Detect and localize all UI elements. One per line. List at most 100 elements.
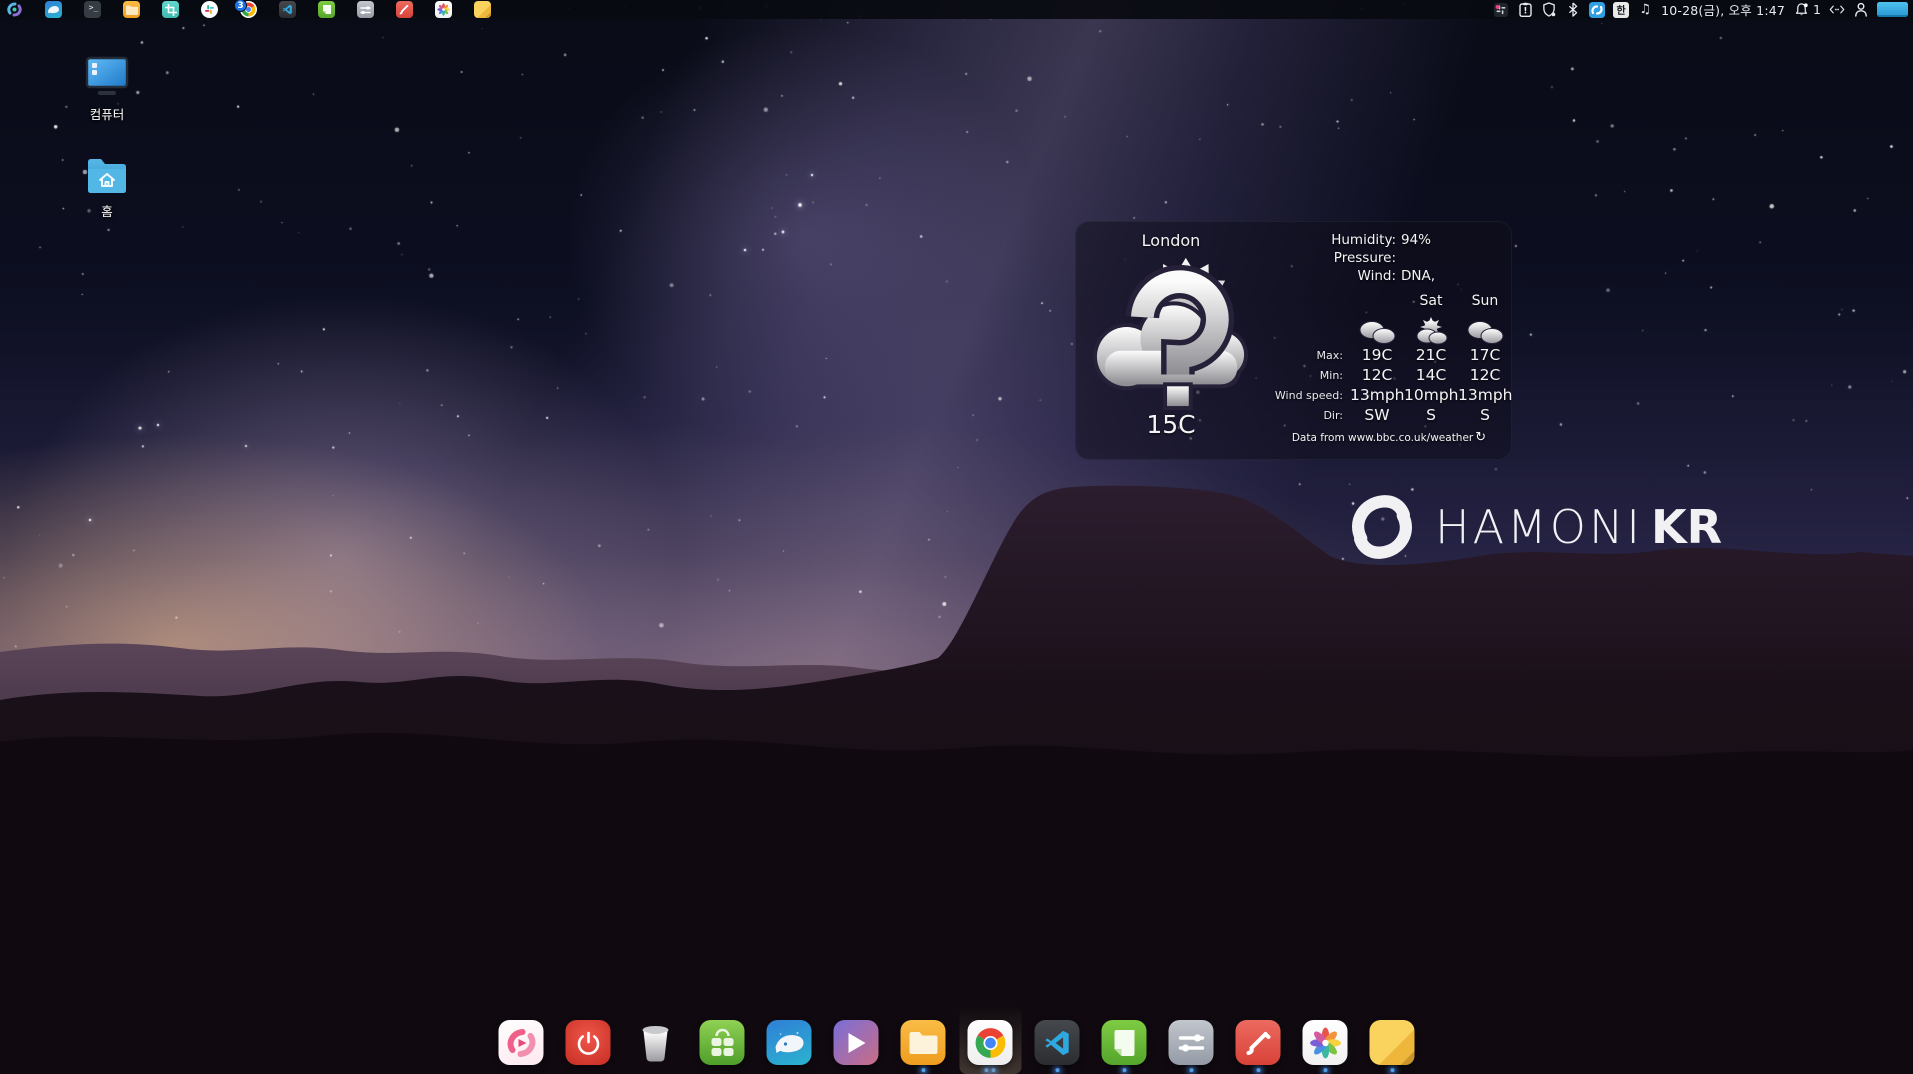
sticky-fold bbox=[485, 12, 491, 18]
dir-row-label: Dir: bbox=[1266, 409, 1350, 422]
dock-item-tweaks[interactable] bbox=[1168, 1020, 1214, 1074]
desktop-icon-label: 홈 bbox=[101, 201, 113, 220]
panel-app-tweaks[interactable] bbox=[357, 1, 374, 18]
forecast-day: Sun bbox=[1458, 293, 1512, 315]
refresh-icon[interactable]: ↻ bbox=[1475, 430, 1486, 445]
panel-app-vscode[interactable] bbox=[279, 1, 296, 18]
panel-app-photos[interactable] bbox=[435, 1, 452, 18]
cloudy-icon bbox=[1350, 315, 1404, 345]
tray-slack-status-icon[interactable] bbox=[1493, 2, 1509, 18]
dock bbox=[498, 1020, 1415, 1074]
trash-icon bbox=[638, 1023, 672, 1063]
desktop-icon-computer[interactable]: 컴퓨터 bbox=[61, 56, 153, 123]
panel-app-sticky-notes[interactable] bbox=[474, 1, 491, 18]
system-tray: ! 한 ♫ 10-28(금), 오후 1:47 bbox=[1493, 0, 1908, 19]
sliders-icon bbox=[360, 5, 371, 15]
weather-temperature: 15C bbox=[1076, 410, 1266, 439]
dock-item-drawing[interactable] bbox=[1235, 1020, 1281, 1074]
tray-security-shield-icon[interactable] bbox=[1541, 2, 1557, 18]
tray-bluetooth-icon[interactable] bbox=[1565, 2, 1581, 18]
tray-update-manager-icon[interactable]: ! bbox=[1517, 2, 1533, 18]
panel-app-text-editor[interactable] bbox=[318, 1, 335, 18]
pressure-label: Pressure: bbox=[1266, 249, 1396, 267]
panel-app-list: >_ 3 bbox=[6, 1, 491, 18]
running-indicator bbox=[1189, 1068, 1193, 1072]
running-indicator bbox=[992, 1068, 996, 1072]
dock-item-media-player[interactable] bbox=[833, 1020, 879, 1074]
max-temp: 17C bbox=[1458, 345, 1512, 365]
running-indicator bbox=[1122, 1068, 1126, 1072]
show-desktop-button[interactable] bbox=[1877, 2, 1908, 17]
folder-icon bbox=[126, 5, 138, 15]
panel-app-terminal[interactable]: >_ bbox=[84, 1, 101, 18]
dock-item-hamonikr-menu[interactable] bbox=[498, 1020, 544, 1074]
whale-icon bbox=[772, 1028, 806, 1058]
panel-app-hamonikr-menu[interactable] bbox=[6, 1, 23, 18]
folder-icon bbox=[908, 1031, 938, 1055]
panel-clock[interactable]: 10-28(금), 오후 1:47 bbox=[1661, 0, 1785, 19]
tray-network-icon[interactable] bbox=[1829, 2, 1845, 18]
min-row-label: Min: bbox=[1266, 369, 1350, 382]
vscode-icon bbox=[1043, 1029, 1071, 1057]
humidity-label: Humidity: bbox=[1266, 231, 1396, 249]
running-indicator bbox=[1390, 1068, 1394, 1072]
min-temp: 12C bbox=[1458, 365, 1512, 385]
weather-source: Data from www.bbc.co.uk/weather ↻ bbox=[1266, 430, 1512, 445]
desktop-icon-home[interactable]: 홈 bbox=[61, 156, 153, 220]
photos-flower-icon bbox=[437, 3, 450, 16]
min-temp: 12C bbox=[1350, 365, 1404, 385]
dock-item-file-manager[interactable] bbox=[900, 1020, 946, 1074]
play-icon bbox=[845, 1031, 867, 1055]
max-temp: 21C bbox=[1404, 345, 1458, 365]
panel-app-drawing[interactable] bbox=[396, 1, 413, 18]
panel-app-screenshot-tool[interactable] bbox=[162, 1, 179, 18]
tray-ime-korean-indicator[interactable]: 한 bbox=[1613, 2, 1629, 18]
weather-forecast-panel: Humidity: 94% Pressure: Wind: DNA, Sat S… bbox=[1266, 222, 1512, 445]
wind-dir: S bbox=[1458, 405, 1512, 425]
weather-current: London 15C bbox=[1076, 222, 1266, 439]
notification-bell-icon[interactable] bbox=[1793, 2, 1809, 18]
dock-item-chrome-active[interactable] bbox=[967, 1020, 1013, 1074]
sliders-icon bbox=[1177, 1031, 1205, 1055]
slack-icon bbox=[204, 4, 215, 15]
panel-app-file-manager[interactable] bbox=[123, 1, 140, 18]
weather-widget[interactable]: London 15C Humidity: bbox=[1075, 221, 1512, 460]
weather-source-text: Data from www.bbc.co.uk/weather bbox=[1292, 432, 1473, 444]
panel-app-slack[interactable] bbox=[201, 1, 218, 18]
wind-speed-row-label: Wind speed: bbox=[1266, 389, 1350, 402]
whale-icon bbox=[47, 3, 60, 16]
power-icon bbox=[575, 1030, 601, 1056]
tray-music-player-icon[interactable]: ♫ bbox=[1637, 2, 1653, 18]
dock-item-app-store[interactable] bbox=[699, 1020, 745, 1074]
terminal-prompt-glyph: >_ bbox=[89, 3, 99, 12]
dock-item-sticky-notes[interactable] bbox=[1369, 1020, 1415, 1074]
dock-item-photos[interactable] bbox=[1302, 1020, 1348, 1074]
running-indicator bbox=[921, 1068, 925, 1072]
wind-speed: 13mph bbox=[1458, 385, 1512, 405]
desktop-screen: >_ 3 bbox=[0, 0, 1913, 1074]
app-store-icon bbox=[708, 1028, 736, 1058]
running-indicator bbox=[1323, 1068, 1327, 1072]
panel-app-whale-browser[interactable] bbox=[45, 1, 62, 18]
top-panel: >_ 3 bbox=[0, 0, 1913, 19]
tray-user-icon[interactable] bbox=[1853, 2, 1869, 18]
pen-icon bbox=[1244, 1029, 1272, 1057]
max-row-label: Max: bbox=[1266, 349, 1350, 362]
sticky-fold bbox=[1401, 1051, 1415, 1065]
wind-value: DNA, bbox=[1401, 267, 1512, 285]
wind-dir: SW bbox=[1350, 405, 1404, 425]
weather-details: Humidity: 94% Pressure: Wind: DNA, bbox=[1266, 231, 1512, 285]
dock-item-whale-browser[interactable] bbox=[766, 1020, 812, 1074]
vscode-icon bbox=[282, 4, 293, 15]
humidity-value: 94% bbox=[1401, 231, 1512, 249]
tray-hamonikr-updater-icon[interactable] bbox=[1589, 2, 1605, 18]
dock-item-vscode[interactable] bbox=[1034, 1020, 1080, 1074]
panel-app-chrome[interactable]: 3 bbox=[240, 1, 257, 18]
dock-item-trash[interactable] bbox=[632, 1020, 678, 1074]
dock-item-text-editor[interactable] bbox=[1101, 1020, 1147, 1074]
crop-icon bbox=[165, 4, 177, 16]
brand-text: HAMONIKR bbox=[1435, 500, 1722, 554]
dock-item-power[interactable] bbox=[565, 1020, 611, 1074]
document-icon bbox=[322, 4, 332, 15]
desktop-icon-label: 컴퓨터 bbox=[90, 104, 125, 123]
